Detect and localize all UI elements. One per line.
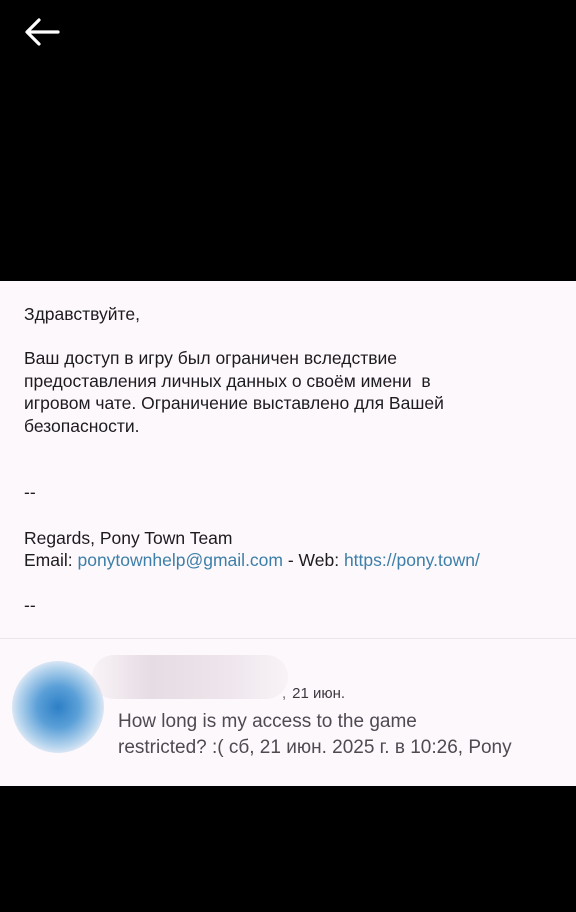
sender-partial: , <box>282 685 287 702</box>
message-line: Ваш доступ в игру был ограничен вследств… <box>24 348 398 368</box>
signature-separator: -- <box>24 482 36 502</box>
web-label: - Web: <box>283 550 344 570</box>
reply-date: , 21 июн. <box>282 685 345 702</box>
signature-contacts: Email: ponytownhelp@gmail.com - Web: htt… <box>24 549 544 572</box>
email-body: Здравствуйте, Ваш доступ в игру был огра… <box>0 281 576 786</box>
arrow-left-icon <box>22 14 62 50</box>
signature-regards: Regards, Pony Town Team <box>24 528 233 548</box>
message-line: предоставления личных данных о своём име… <box>24 370 431 391</box>
message-line: игровом чате. Ограничение выставлено для… <box>24 393 444 413</box>
website-link[interactable]: https://pony.town/ <box>344 550 480 570</box>
email-address-link[interactable]: ponytownhelp@gmail.com <box>77 550 283 570</box>
reply-preview: How long is my access to the game restri… <box>118 709 568 761</box>
reply-date-text: 21 июн. <box>292 685 346 702</box>
email-greeting: Здравствуйте, <box>24 304 140 324</box>
signature-separator-bottom: -- <box>24 595 36 615</box>
email-message: Ваш доступ в игру был ограничен вследств… <box>24 347 524 437</box>
bottom-black-area <box>0 786 576 912</box>
message-line: безопасности. <box>24 415 140 436</box>
reply-message-item[interactable]: , 21 июн. How long is my access to the ga… <box>0 639 576 786</box>
email-label: Email: <box>24 550 78 570</box>
avatar-icon <box>12 661 104 753</box>
screen: Здравствуйте, Ваш доступ в игру был огра… <box>0 0 576 912</box>
reply-preview-line: How long is my access to the game <box>118 711 417 732</box>
back-button[interactable] <box>22 14 62 50</box>
reply-preview-line: restricted? :( сб, 21 июн. 2025 г. в 10:… <box>118 737 512 758</box>
sender-name-redacted <box>92 655 288 699</box>
